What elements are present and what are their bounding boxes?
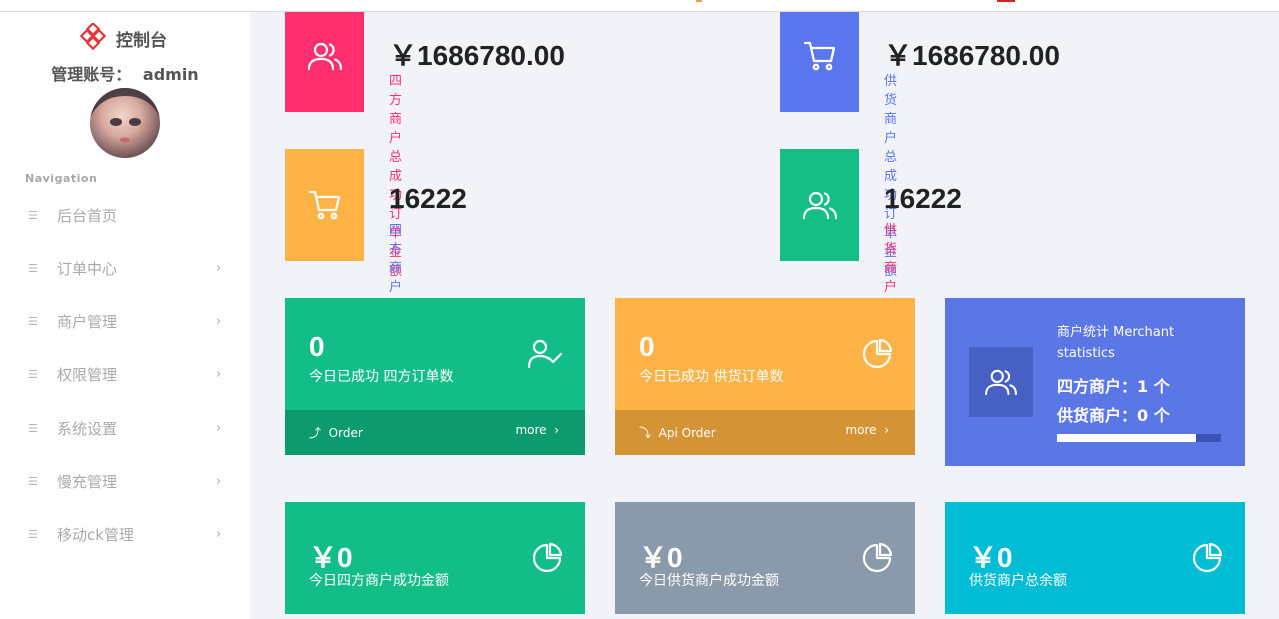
menu-list-icon: ☰ bbox=[28, 208, 38, 222]
merchant-iconbox bbox=[969, 347, 1033, 417]
menu-list-icon: ☰ bbox=[28, 261, 38, 275]
merchant-sifang-count: 四方商户：1 个 bbox=[1057, 377, 1170, 396]
tile-caption: 今日已成功 四方订单数 bbox=[309, 369, 454, 385]
more-label: more bbox=[845, 423, 877, 437]
tile-footer-label-wrap: ⤴ Order bbox=[309, 424, 363, 441]
users-icon bbox=[985, 369, 1017, 396]
chevron-right-icon: › bbox=[216, 366, 222, 382]
pie-chart-icon bbox=[532, 542, 563, 573]
tile-today-sifang-orders: 0 今日已成功 四方订单数 ⤴ Order more › bbox=[285, 298, 585, 455]
users-icon bbox=[307, 42, 342, 71]
sidebar-item-label: 后台首页 bbox=[57, 206, 118, 225]
tile-footer-label: Order bbox=[328, 426, 363, 440]
sidebar-item-label: 订单中心 bbox=[57, 259, 118, 278]
tile-today-supply-amount: ￥0 今日供货商户成功金额 bbox=[615, 502, 915, 614]
merchant-title: 商户统计 Merchant statistics bbox=[1057, 325, 1175, 361]
logo-icon bbox=[80, 23, 107, 51]
menu-list-icon: ☰ bbox=[28, 527, 38, 541]
sidebar-item-6[interactable]: ☰ 移动ck管理 › bbox=[0, 519, 250, 549]
sidebar-item-3[interactable]: ☰ 权限管理 › bbox=[0, 359, 250, 389]
chevron-right-icon: › bbox=[216, 526, 222, 542]
tile-caption: 今日已成功 供货订单数 bbox=[639, 369, 784, 385]
sidebar-item-4[interactable]: ☰ 系统设置 › bbox=[0, 413, 250, 443]
brand[interactable]: 控制台 bbox=[80, 23, 167, 51]
users-icon bbox=[802, 191, 837, 220]
tile-today-supply-orders: 0 今日已成功 供货订单数 ⤵ Api Order more › bbox=[615, 298, 915, 455]
account-label: 管理账号： bbox=[51, 65, 132, 84]
more-link[interactable]: more › bbox=[515, 423, 559, 437]
sidebar-item-1[interactable]: ☰ 订单中心 › bbox=[0, 253, 250, 283]
merchant-supply-count: 供货商户：0 个 bbox=[1057, 406, 1170, 425]
account-name: admin bbox=[142, 65, 199, 84]
menu-list-icon: ☰ bbox=[28, 367, 38, 381]
cart-icon bbox=[803, 41, 835, 71]
tile-footer-label-wrap: ⤵ Api Order bbox=[639, 424, 716, 441]
menu-list-icon: ☰ bbox=[28, 421, 38, 435]
avatar[interactable] bbox=[90, 88, 160, 158]
tile-caption: 今日供货商户成功金额 bbox=[639, 573, 779, 589]
pie-chart-icon bbox=[862, 542, 893, 573]
tile-caption: 供货商户总余额 bbox=[969, 573, 1067, 589]
chevron-right-icon: › bbox=[216, 420, 222, 436]
tile-footer[interactable]: ⤵ Api Order more › bbox=[615, 410, 915, 455]
stat-iconbox bbox=[780, 0, 859, 112]
merchant-progress-fill bbox=[1057, 434, 1197, 442]
tile-caption: 今日四方商户成功金额 bbox=[309, 573, 449, 589]
avatar-image bbox=[90, 88, 160, 143]
stat-iconbox bbox=[285, 149, 364, 261]
chevron-right-icon: › bbox=[554, 423, 559, 437]
sidebar-item-label: 慢充管理 bbox=[57, 472, 118, 491]
stat-value: ￥1686780.00 bbox=[389, 40, 565, 71]
tile-value: 0 bbox=[309, 331, 325, 362]
tile-footer[interactable]: ⤴ Order more › bbox=[285, 410, 585, 455]
nav-caption: Navigation bbox=[25, 172, 98, 185]
sidebar: 控制台 管理账号： admin Navigation ☰ 后台首页 ☰ 订单中心 › ☰ 商… bbox=[0, 12, 250, 619]
browser-top-strip bbox=[0, 0, 1279, 12]
sidebar-item-5[interactable]: ☰ 慢充管理 › bbox=[0, 466, 250, 496]
more-link[interactable]: more › bbox=[845, 423, 889, 437]
chevron-right-icon: › bbox=[216, 260, 222, 276]
trend-up-icon: ⤴ bbox=[309, 426, 322, 440]
chevron-right-icon: › bbox=[216, 313, 222, 329]
tile-value: 0 bbox=[639, 331, 655, 362]
merchant-stats-card: 商户统计 Merchant statistics 四方商户：1 个 供货商户：0… bbox=[945, 298, 1245, 466]
pie-chart-icon bbox=[862, 338, 893, 369]
chevron-right-icon: › bbox=[884, 423, 889, 437]
tile-supply-balance: ￥0 供货商户总余额 bbox=[945, 502, 1245, 614]
sidebar-item-label: 系统设置 bbox=[57, 419, 118, 438]
sidebar-item-0[interactable]: ☰ 后台首页 bbox=[0, 200, 250, 230]
sidebar-item-label: 权限管理 bbox=[57, 365, 118, 384]
tile-today-sifang-amount: ￥0 今日四方商户成功金额 bbox=[285, 502, 585, 614]
merchant-progress-bar bbox=[1057, 434, 1221, 442]
cart-icon bbox=[308, 190, 340, 220]
account-info: 管理账号： admin bbox=[0, 61, 250, 85]
menu-list-icon: ☰ bbox=[28, 314, 38, 328]
sidebar-item-label: 商户管理 bbox=[57, 312, 118, 331]
sidebar-item-2[interactable]: ☰ 商户管理 › bbox=[0, 306, 250, 336]
user-check-icon bbox=[527, 339, 563, 369]
stat-value: ￥1686780.00 bbox=[884, 40, 1060, 71]
stat-iconbox bbox=[285, 0, 364, 112]
sidebar-item-label: 移动ck管理 bbox=[57, 525, 134, 544]
stat-iconbox bbox=[780, 149, 859, 261]
tile-footer-label: Api Order bbox=[658, 426, 716, 440]
pie-chart-icon bbox=[1192, 542, 1223, 573]
stat-value: 16222 bbox=[389, 183, 467, 214]
stat-value: 16222 bbox=[884, 183, 962, 214]
more-label: more bbox=[515, 423, 547, 437]
menu-list-icon: ☰ bbox=[28, 474, 38, 488]
brand-title: 控制台 bbox=[116, 30, 167, 51]
trend-down-icon: ⤵ bbox=[639, 426, 652, 440]
chevron-right-icon: › bbox=[216, 473, 222, 489]
